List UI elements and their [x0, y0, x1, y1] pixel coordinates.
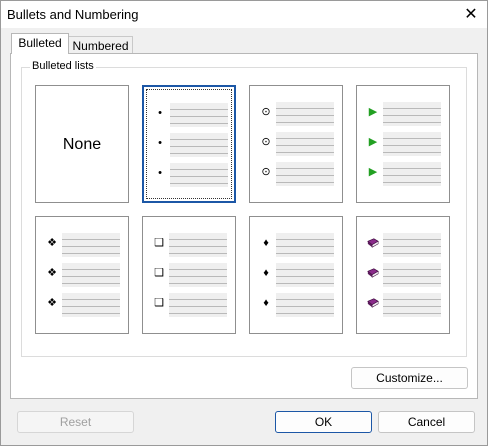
bullet-style-four-diamonds[interactable]: ❖ ❖ ❖	[35, 216, 129, 334]
text-lines-placeholder	[276, 263, 334, 287]
preview-line: •	[154, 163, 228, 187]
preview-line: ▶	[367, 132, 441, 156]
circled-dot-bullet-icon: ⊙	[261, 166, 271, 178]
bullet-style-circle-dot[interactable]: ⊙ ⊙ ⊙	[249, 85, 343, 203]
diamond-bullet-icon: ♦	[263, 297, 269, 309]
dot-bullet-icon: •	[158, 137, 162, 149]
four-diamond-bullet-icon: ❖	[47, 237, 57, 249]
tab-numbered[interactable]: Numbered	[68, 36, 133, 54]
dot-bullet-icon: •	[158, 167, 162, 179]
text-lines-placeholder	[170, 133, 228, 157]
group-label: Bulleted lists	[30, 60, 96, 72]
square-bullet-icon: ❑	[154, 237, 164, 249]
diamond-bullet-icon: ♦	[263, 237, 269, 249]
text-lines-placeholder	[62, 233, 120, 257]
preview-line: ❑	[153, 263, 227, 287]
bullet-style-green-arrow[interactable]: ▶ ▶ ▶	[356, 85, 450, 203]
preview-line: ❑	[153, 233, 227, 257]
text-lines-placeholder	[383, 132, 441, 156]
four-diamond-bullet-icon: ❖	[47, 297, 57, 309]
preview-line	[367, 233, 441, 257]
preview-line	[367, 293, 441, 317]
text-lines-placeholder	[276, 102, 334, 126]
text-lines-placeholder	[170, 103, 228, 127]
cancel-button[interactable]: Cancel	[378, 411, 475, 433]
four-diamond-bullet-icon: ❖	[47, 267, 57, 279]
preview-line: ❖	[46, 293, 120, 317]
text-lines-placeholder	[276, 233, 334, 257]
text-lines-placeholder	[276, 132, 334, 156]
customize-button[interactable]: Customize...	[351, 367, 468, 389]
square-bullet-icon: ❑	[154, 297, 164, 309]
text-lines-placeholder	[383, 102, 441, 126]
text-lines-placeholder	[383, 233, 441, 257]
preview-line: ▶	[367, 102, 441, 126]
text-lines-placeholder	[169, 263, 227, 287]
text-lines-placeholder	[169, 233, 227, 257]
text-lines-placeholder	[276, 293, 334, 317]
preview-line: •	[154, 103, 228, 127]
text-lines-placeholder	[169, 293, 227, 317]
bullet-style-small-dot[interactable]: • • •	[142, 85, 236, 203]
green-arrow-bullet-icon: ▶	[368, 166, 378, 178]
bullet-style-none[interactable]: None	[35, 85, 129, 203]
preview-line: ♦	[260, 233, 334, 257]
diamond-bullet-icon: ♦	[263, 267, 269, 279]
tab-bulleted[interactable]: Bulleted	[11, 33, 69, 54]
circled-dot-bullet-icon: ⊙	[261, 136, 271, 148]
green-arrow-bullet-icon: ▶	[368, 136, 378, 148]
preview-line: ♦	[260, 293, 334, 317]
dot-bullet-icon: •	[158, 107, 162, 119]
preview-line: ⊙	[260, 132, 334, 156]
green-arrow-bullet-icon: ▶	[368, 106, 378, 118]
preview-line: ❖	[46, 263, 120, 287]
preview-line: ⊙	[260, 102, 334, 126]
preview-line: •	[154, 133, 228, 157]
text-lines-placeholder	[62, 263, 120, 287]
book-bullet-icon	[367, 297, 379, 309]
preview-line: ❖	[46, 233, 120, 257]
none-label: None	[62, 136, 102, 153]
bullet-style-diamond[interactable]: ♦ ♦ ♦	[249, 216, 343, 334]
text-lines-placeholder	[62, 293, 120, 317]
text-lines-placeholder	[383, 263, 441, 287]
text-lines-placeholder	[383, 162, 441, 186]
title-bar: Bullets and Numbering ✕	[1, 1, 487, 28]
reset-button[interactable]: Reset	[17, 411, 134, 433]
bullets-numbering-dialog: Bullets and Numbering ✕ Bulleted Numbere…	[0, 0, 488, 446]
preview-line: ♦	[260, 263, 334, 287]
square-bullet-icon: ❑	[154, 267, 164, 279]
preview-line: ❑	[153, 293, 227, 317]
preview-line	[367, 263, 441, 287]
text-lines-placeholder	[383, 293, 441, 317]
text-lines-placeholder	[276, 162, 334, 186]
bullet-style-square[interactable]: ❑ ❑ ❑	[142, 216, 236, 334]
preview-line: ▶	[367, 162, 441, 186]
text-lines-placeholder	[170, 163, 228, 187]
book-bullet-icon	[367, 267, 379, 279]
ok-button[interactable]: OK	[275, 411, 372, 433]
preview-line: ⊙	[260, 162, 334, 186]
book-bullet-icon	[367, 237, 379, 249]
dialog-title: Bullets and Numbering	[7, 7, 139, 22]
bullet-style-book[interactable]	[356, 216, 450, 334]
close-icon[interactable]: ✕	[459, 3, 483, 25]
circled-dot-bullet-icon: ⊙	[261, 106, 271, 118]
